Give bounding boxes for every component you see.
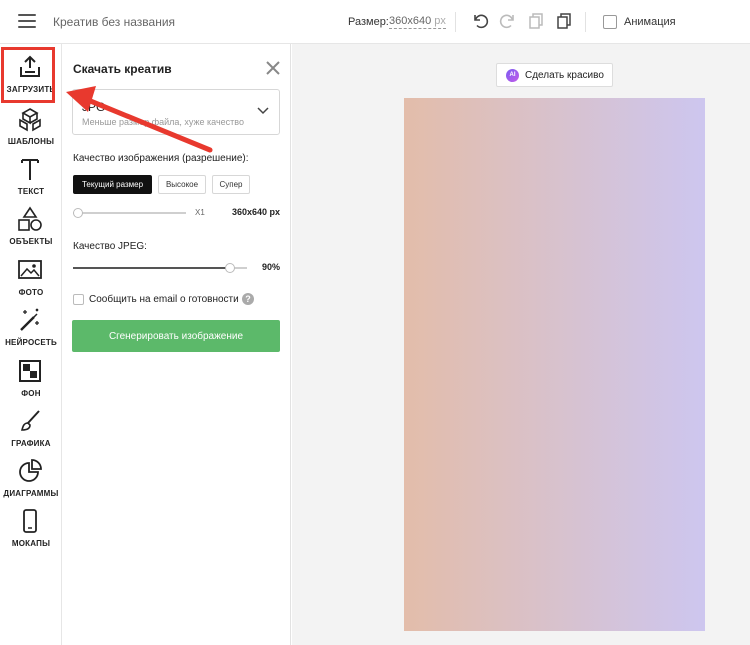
photo-icon	[18, 260, 42, 279]
sidebar-item-label: ГРАФИКА	[11, 439, 51, 448]
paste-icon[interactable]	[555, 12, 573, 30]
design-canvas[interactable]	[404, 98, 705, 631]
help-icon[interactable]: ?	[242, 293, 254, 305]
scale-label: X1	[195, 208, 205, 217]
sidebar-item-label: МОКАПЫ	[11, 539, 51, 548]
quality-label: Качество изображения (разрешение):	[73, 153, 249, 164]
text-icon	[21, 159, 39, 180]
quality-current-button[interactable]: Текущий размер	[73, 175, 152, 194]
top-bar: Креатив без названия Размер: 360x640 px …	[0, 0, 750, 44]
sidebar-item-label: ДИАГРАММЫ	[3, 489, 59, 498]
sidebar-item-label: НЕЙРОСЕТЬ	[5, 338, 57, 347]
size-dimensions: 360x640	[389, 15, 432, 27]
ai-icon: AI	[506, 69, 519, 82]
pie-chart-icon	[19, 459, 42, 482]
redo-icon[interactable]	[499, 12, 517, 30]
jpeg-slider-fill	[73, 267, 230, 269]
download-panel: Скачать креатив JPG Меньше размер файла,…	[62, 44, 291, 645]
sidebar-item-label: ФОТО	[18, 288, 44, 297]
generate-image-button[interactable]: Сгенерировать изображение	[72, 320, 280, 352]
sidebar-item-neural[interactable]: НЕЙРОСЕТЬ	[0, 305, 62, 355]
sidebar-item-background[interactable]: ФОН	[0, 356, 62, 406]
sidebar-item-label: ФОН	[21, 389, 41, 398]
scale-slider-thumb[interactable]	[73, 208, 83, 218]
sidebar-item-photo[interactable]: ФОТО	[0, 255, 62, 305]
make-beautiful-button[interactable]: AI Сделать красиво	[496, 63, 613, 87]
sidebar-item-graphics[interactable]: ГРАФИКА	[0, 406, 62, 456]
sidebar-item-mockups[interactable]: МОКАПЫ	[0, 506, 62, 556]
size-value[interactable]: 360x640 px	[389, 15, 446, 29]
scale-slider-track[interactable]	[73, 212, 186, 214]
email-notify-label: Сообщить на email о готовности	[89, 294, 239, 305]
email-notify-checkbox[interactable]	[73, 294, 84, 305]
quality-super-button[interactable]: Супер	[212, 175, 250, 194]
make-beautiful-label: Сделать красиво	[525, 70, 604, 81]
jpeg-quality-label: Качество JPEG:	[73, 241, 147, 252]
format-hint: Меньше размер файла, хуже качество	[82, 117, 244, 127]
brush-icon	[20, 410, 40, 431]
animation-label: Анимация	[624, 16, 676, 28]
sidebar-item-label: ТЕКСТ	[17, 187, 45, 196]
shapes-icon	[18, 206, 42, 231]
highlight-box	[1, 47, 55, 103]
sidebar-item-text[interactable]: ТЕКСТ	[0, 154, 62, 204]
format-select[interactable]: JPG Меньше размер файла, хуже качество	[72, 89, 280, 135]
jpeg-quality-value: 90%	[262, 262, 281, 272]
resolution-label: 360x640 px	[232, 207, 281, 217]
animation-checkbox[interactable]	[603, 15, 617, 29]
format-value: JPG	[82, 100, 106, 114]
templates-icon	[19, 108, 41, 132]
document-title[interactable]: Креатив без названия	[53, 15, 175, 29]
sidebar-item-templates[interactable]: ШАБЛОНЫ	[0, 104, 62, 154]
hamburger-menu-icon[interactable]	[18, 14, 36, 28]
divider	[455, 12, 456, 32]
sidebar-item-label: ШАБЛОНЫ	[7, 137, 55, 146]
quality-high-button[interactable]: Высокое	[158, 175, 206, 194]
workspace: AI Сделать красиво	[292, 44, 750, 645]
close-icon[interactable]	[266, 61, 280, 75]
size-unit: px	[434, 15, 446, 27]
panel-title: Скачать креатив	[73, 62, 172, 76]
sidebar-item-label: ОБЪЕКТЫ	[9, 237, 53, 246]
magic-wand-icon	[20, 308, 39, 331]
copy-icon[interactable]	[527, 12, 545, 30]
phone-icon	[23, 509, 37, 533]
sidebar-item-charts[interactable]: ДИАГРАММЫ	[0, 456, 62, 506]
background-icon	[19, 360, 41, 382]
size-label: Размер:	[348, 16, 389, 28]
sidebar-item-objects[interactable]: ОБЪЕКТЫ	[0, 204, 62, 254]
divider	[585, 12, 586, 32]
undo-icon[interactable]	[471, 12, 489, 30]
sidebar: ЗАГРУЗИТЬ ШАБЛОНЫ ТЕКСТ ОБЪЕКТЫ ФОТО НЕЙ…	[0, 44, 62, 645]
chevron-down-icon	[257, 107, 269, 115]
jpeg-slider-thumb[interactable]	[224, 263, 235, 273]
